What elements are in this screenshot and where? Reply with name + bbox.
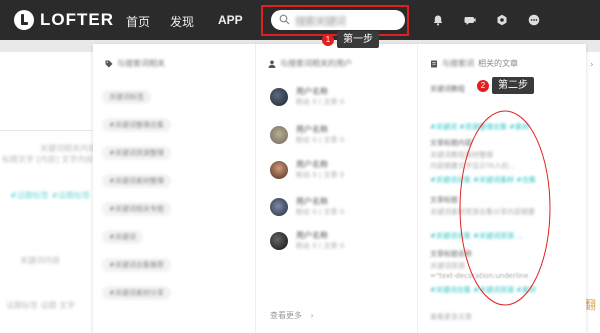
highlight-ellipse (459, 110, 551, 306)
